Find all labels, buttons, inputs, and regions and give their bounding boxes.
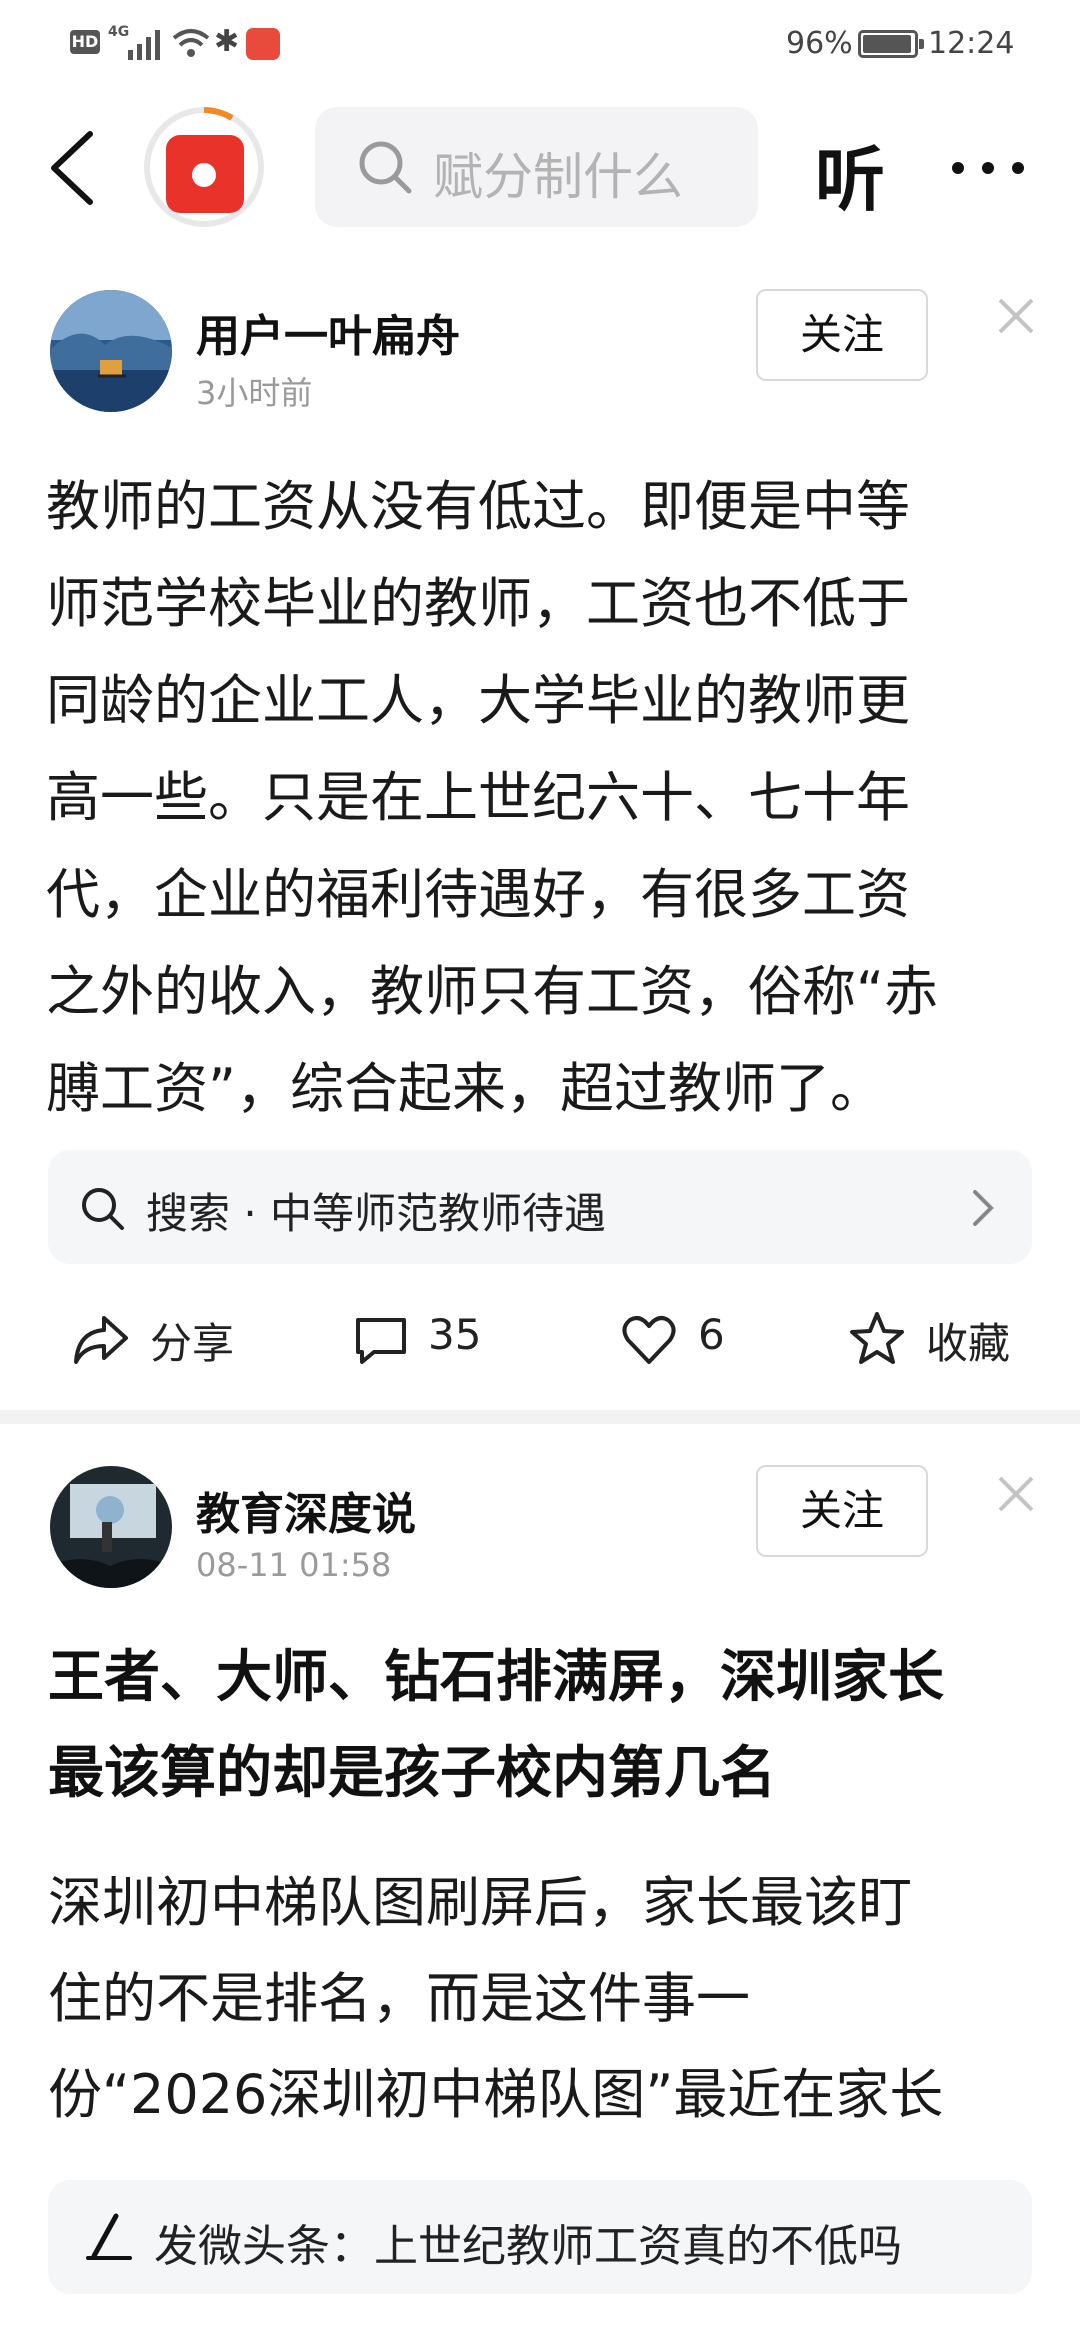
network-type: 4G xyxy=(108,24,130,40)
comment-icon[interactable] xyxy=(352,1312,410,1370)
author-name[interactable]: 教育深度说 xyxy=(196,1478,416,1542)
status-bar: HD 4G ✱ 96% 12:24 xyxy=(0,0,1080,96)
comment-count[interactable]: 35 xyxy=(428,1310,481,1359)
article-title[interactable]: 王者、大师、钻石排满屏，深圳家长 最该算的却是孩子校内第几名 xyxy=(48,1630,1048,1822)
related-search-label: 搜索 · 中等师范教师待遇 xyxy=(146,1189,607,1238)
avatar[interactable] xyxy=(50,290,172,412)
bluetooth-icon: ✱ xyxy=(214,24,240,59)
signal-icon xyxy=(128,30,160,60)
post-line: 份“2026深圳初中梯队图”最近在家长 xyxy=(48,2063,944,2126)
post-line: 之外的收入，教师只有工资，俗称“赤 xyxy=(46,960,938,1023)
chevron-right-icon xyxy=(973,1190,994,1226)
avatar[interactable] xyxy=(50,1466,172,1588)
favorite-button[interactable]: 收藏 xyxy=(926,1310,1010,1371)
post-line: 高一些。只是在上世纪六十、七十年 xyxy=(46,766,910,829)
search-icon xyxy=(82,1188,124,1230)
post-line: 住的不是排名，而是这件事一 xyxy=(48,1967,750,2030)
post-line: 师范学校毕业的教师，工资也不低于 xyxy=(46,572,910,635)
post-time: 3小时前 xyxy=(196,374,313,412)
post-line: 深圳初中梯队图刷屏后，家长最该盯 xyxy=(48,1871,912,1934)
post-line: 教师的工资从没有低过。即便是中等 xyxy=(46,475,910,538)
author-name[interactable]: 用户一叶扁舟 xyxy=(196,300,460,364)
star-icon[interactable] xyxy=(848,1310,906,1368)
title-line: 最该算的却是孩子校内第几名 xyxy=(48,1741,776,1806)
app-notification-icon xyxy=(246,28,280,60)
scroll-fade xyxy=(0,2140,1080,2180)
app-logo-icon[interactable] xyxy=(166,135,244,213)
share-icon[interactable] xyxy=(72,1310,130,1368)
wifi-icon xyxy=(172,29,210,57)
more-options-icon[interactable] xyxy=(952,162,1024,176)
post-body[interactable]: 教师的工资从没有低过。即便是中等 师范学校毕业的教师，工资也不低于 同龄的企业工… xyxy=(46,458,1046,1137)
search-bar[interactable]: 赋分制什么 xyxy=(315,107,758,227)
share-button[interactable]: 分享 xyxy=(150,1310,234,1371)
listen-button[interactable]: 听 xyxy=(815,124,885,225)
heart-icon[interactable] xyxy=(620,1312,678,1370)
search-icon xyxy=(359,141,412,194)
like-count[interactable]: 6 xyxy=(698,1310,725,1359)
hd-icon: HD xyxy=(70,30,100,54)
follow-button[interactable]: 关注 xyxy=(756,289,928,381)
related-search-chip[interactable]: 搜索 · 中等师范教师待遇 xyxy=(48,1150,1032,1264)
article-summary[interactable]: 深圳初中梯队图刷屏后，家长最该盯 住的不是排名，而是这件事一 份“2026深圳初… xyxy=(48,1855,1048,2143)
post-line: 同龄的企业工人，大学毕业的教师更 xyxy=(46,669,910,732)
back-arrow-icon[interactable] xyxy=(42,128,102,208)
compose-label: 发微头条：上世纪教师工资真的不低吗 xyxy=(154,2221,902,2272)
feed-divider xyxy=(0,1410,1080,1424)
close-icon[interactable] xyxy=(996,296,1036,336)
follow-button[interactable]: 关注 xyxy=(756,1465,928,1557)
post-line: 代，企业的福利待遇好，有很多工资 xyxy=(46,863,910,926)
title-line: 王者、大师、钻石排满屏，深圳家长 xyxy=(48,1645,944,1710)
clock: 12:24 xyxy=(928,26,1015,61)
battery-icon xyxy=(858,30,924,58)
battery-percent: 96% xyxy=(786,26,853,61)
close-icon[interactable] xyxy=(996,1474,1036,1514)
post-line: 膊工资”，综合起来，超过教师了。 xyxy=(46,1057,884,1120)
search-placeholder: 赋分制什么 xyxy=(433,148,683,206)
post-time: 08-11 01:58 xyxy=(196,1546,392,1584)
compose-bar[interactable]: 发微头条：上世纪教师工资真的不低吗 xyxy=(48,2180,1032,2294)
pen-icon xyxy=(86,2213,132,2260)
